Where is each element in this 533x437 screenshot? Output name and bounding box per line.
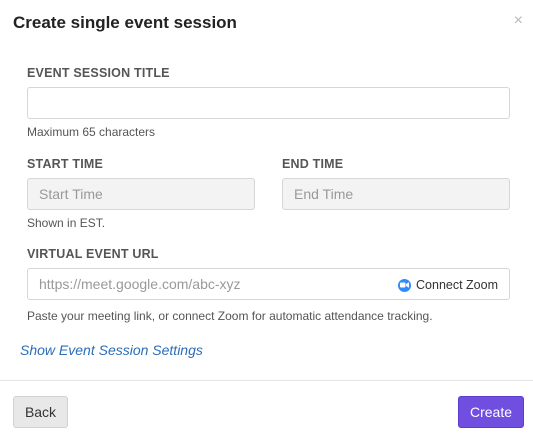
dialog-title: Create single event session [13,13,237,32]
start-time-label: START TIME [27,157,104,171]
show-settings-link[interactable]: Show Event Session Settings [20,342,203,358]
virtual-url-hint: Paste your meeting link, or connect Zoom… [27,309,433,323]
end-time-input[interactable] [282,178,510,210]
start-time-input[interactable] [27,178,255,210]
create-session-dialog: Create single event session × EVENT SESS… [0,0,533,437]
connect-zoom-label: Connect Zoom [416,278,498,292]
footer-divider [0,380,533,381]
dialog-header: Create single event session × [0,0,533,48]
connect-zoom-button[interactable]: Connect Zoom [398,276,498,294]
time-zone-hint: Shown in EST. [27,216,106,230]
virtual-url-label: VIRTUAL EVENT URL [27,247,159,261]
session-title-hint: Maximum 65 characters [27,125,156,139]
close-icon[interactable]: × [514,12,523,30]
create-button[interactable]: Create [458,396,524,428]
zoom-camera-icon [398,278,412,292]
back-button[interactable]: Back [13,396,68,428]
end-time-label: END TIME [282,157,344,171]
session-title-label: EVENT SESSION TITLE [27,66,170,80]
session-title-input[interactable] [27,87,510,119]
